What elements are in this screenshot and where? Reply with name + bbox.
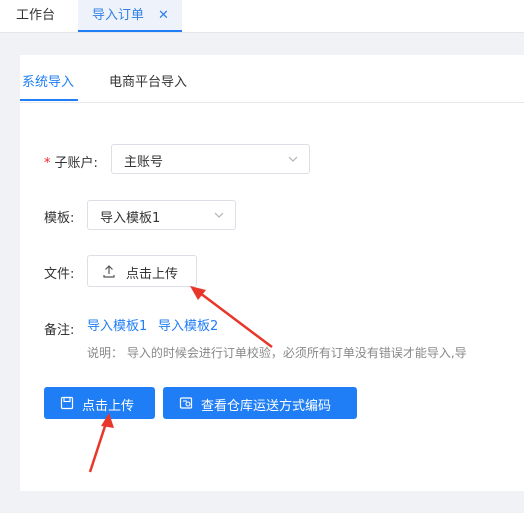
template-label: 模板: xyxy=(44,211,75,226)
file-upload-button[interactable]: 点击上传 xyxy=(87,255,197,287)
subtab-system-import[interactable]: 系统导入 xyxy=(22,71,74,90)
account-select[interactable]: 主账号 xyxy=(111,144,310,174)
remark-label: 备注: xyxy=(44,323,75,338)
chevron-down-icon xyxy=(288,156,298,162)
required-mark: * xyxy=(44,156,51,171)
view-icon xyxy=(179,397,193,409)
tab-workbench[interactable]: 工作台 xyxy=(16,0,55,32)
close-icon[interactable]: ✕ xyxy=(158,0,169,32)
tab-import-orders[interactable]: 导入订单 ✕ xyxy=(78,0,182,32)
account-select-value: 主账号 xyxy=(124,155,164,170)
save-icon xyxy=(60,396,74,410)
import-subtabs: 系统导入 电商平台导入 xyxy=(20,55,524,103)
tab-workbench-label: 工作台 xyxy=(16,8,56,23)
remark-hint: 说明： 导入的时候会进行订单校验，必须所有订单没有错误才能导入,导 xyxy=(87,346,467,360)
view-shipping-codes-label: 查看仓库运送方式编码 xyxy=(201,399,332,414)
template-link-1[interactable]: 导入模板1 xyxy=(87,315,147,334)
subtab-ecommerce-import[interactable]: 电商平台导入 xyxy=(109,71,187,90)
upload-button[interactable]: 点击上传 xyxy=(44,387,155,419)
upload-button-label: 点击上传 xyxy=(82,399,135,414)
account-label: * 子账户: xyxy=(44,152,98,171)
template-select[interactable]: 导入模板1 xyxy=(87,200,236,230)
chevron-down-icon xyxy=(214,212,224,218)
file-label: 文件: xyxy=(44,267,75,282)
tab-import-orders-label: 导入订单 xyxy=(92,8,145,23)
import-panel: 系统导入 电商平台导入 * 子账户: 主账号 模板: 导入模板1 文件: 点击上传… xyxy=(20,55,524,491)
template-link-2[interactable]: 导入模板2 xyxy=(158,315,218,334)
account-label-text: 子账户: xyxy=(54,156,98,171)
template-select-value: 导入模板1 xyxy=(100,211,161,226)
file-upload-button-label: 点击上传 xyxy=(126,267,179,282)
view-shipping-codes-button[interactable]: 查看仓库运送方式编码 xyxy=(163,387,357,419)
upload-icon xyxy=(103,265,115,278)
active-subtab-indicator xyxy=(20,99,78,101)
top-tab-bar: 工作台 导入订单 ✕ xyxy=(0,0,524,33)
